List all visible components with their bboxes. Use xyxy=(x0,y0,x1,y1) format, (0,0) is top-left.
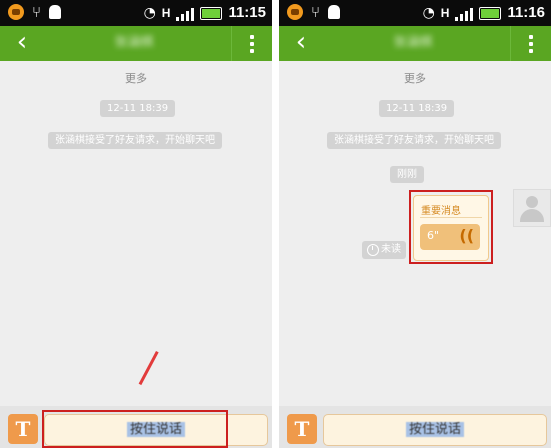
status-time: 11:15 xyxy=(228,4,266,21)
app-notification-icon xyxy=(8,4,24,20)
overflow-menu-icon[interactable] xyxy=(231,26,272,61)
battery-icon xyxy=(479,6,502,20)
battery-icon xyxy=(200,6,223,20)
back-arrow-icon[interactable]: ‹ xyxy=(0,26,44,61)
signal-icon xyxy=(455,5,474,21)
app-bar: ‹ 张涵棋 xyxy=(279,26,551,61)
status-bar: ⑂ ◔ H 11:15 xyxy=(0,0,272,26)
annotation-arrow xyxy=(138,351,159,386)
back-arrow-icon[interactable]: ‹ xyxy=(279,26,323,61)
status-bar: ⑂ ◔ H 11:16 xyxy=(279,0,551,26)
text-input-icon[interactable]: T xyxy=(287,414,317,444)
debug-icon xyxy=(328,5,341,19)
system-message: 张涵棋接受了好友请求，开始聊天吧 xyxy=(327,132,501,149)
unread-badge: 未读 xyxy=(362,241,406,259)
debug-icon xyxy=(49,5,62,19)
unread-label: 未读 xyxy=(381,244,401,255)
hold-to-talk-button[interactable]: 按住说话 xyxy=(323,414,547,446)
highlight-box xyxy=(42,410,228,448)
highlight-box xyxy=(409,190,493,264)
usb-icon: ⑂ xyxy=(32,3,42,21)
chat-title: 张涵棋 xyxy=(393,35,433,50)
network-type-icon: H xyxy=(161,6,171,20)
phone-screen-after: ⑂ ◔ H 11:16 ‹ 张涵棋 更多 12-11 18:39 张涵棋接受了好… xyxy=(279,0,551,448)
avatar[interactable] xyxy=(513,189,551,227)
phone-screen-before: ⑂ ◔ H 11:15 ‹ 张涵棋 更多 12-11 18:39 张涵棋接受了好… xyxy=(0,0,272,448)
load-more-link[interactable]: 更多 xyxy=(0,70,272,86)
network-type-icon: H xyxy=(440,6,450,20)
signal-icon xyxy=(176,5,195,21)
overflow-menu-icon[interactable] xyxy=(510,26,551,61)
hold-to-talk-label: 按住说话 xyxy=(405,422,464,437)
timestamp-chip: 12-11 18:39 xyxy=(379,100,455,117)
timestamp-chip: 12-11 18:39 xyxy=(100,100,176,117)
app-bar: ‹ 张涵棋 xyxy=(0,26,272,61)
just-now-chip: 刚刚 xyxy=(390,166,424,183)
input-bar: T 按住说话 xyxy=(279,406,551,448)
usb-icon: ⑂ xyxy=(311,3,321,21)
text-input-icon[interactable]: T xyxy=(8,414,38,444)
app-notification-icon xyxy=(287,4,303,20)
chat-title: 张涵棋 xyxy=(114,35,154,50)
status-time: 11:16 xyxy=(507,4,545,21)
wifi-icon: ◔ xyxy=(143,5,156,21)
system-message: 张涵棋接受了好友请求，开始聊天吧 xyxy=(48,132,222,149)
clock-icon xyxy=(367,244,379,256)
load-more-link[interactable]: 更多 xyxy=(279,70,551,86)
wifi-icon: ◔ xyxy=(422,5,435,21)
